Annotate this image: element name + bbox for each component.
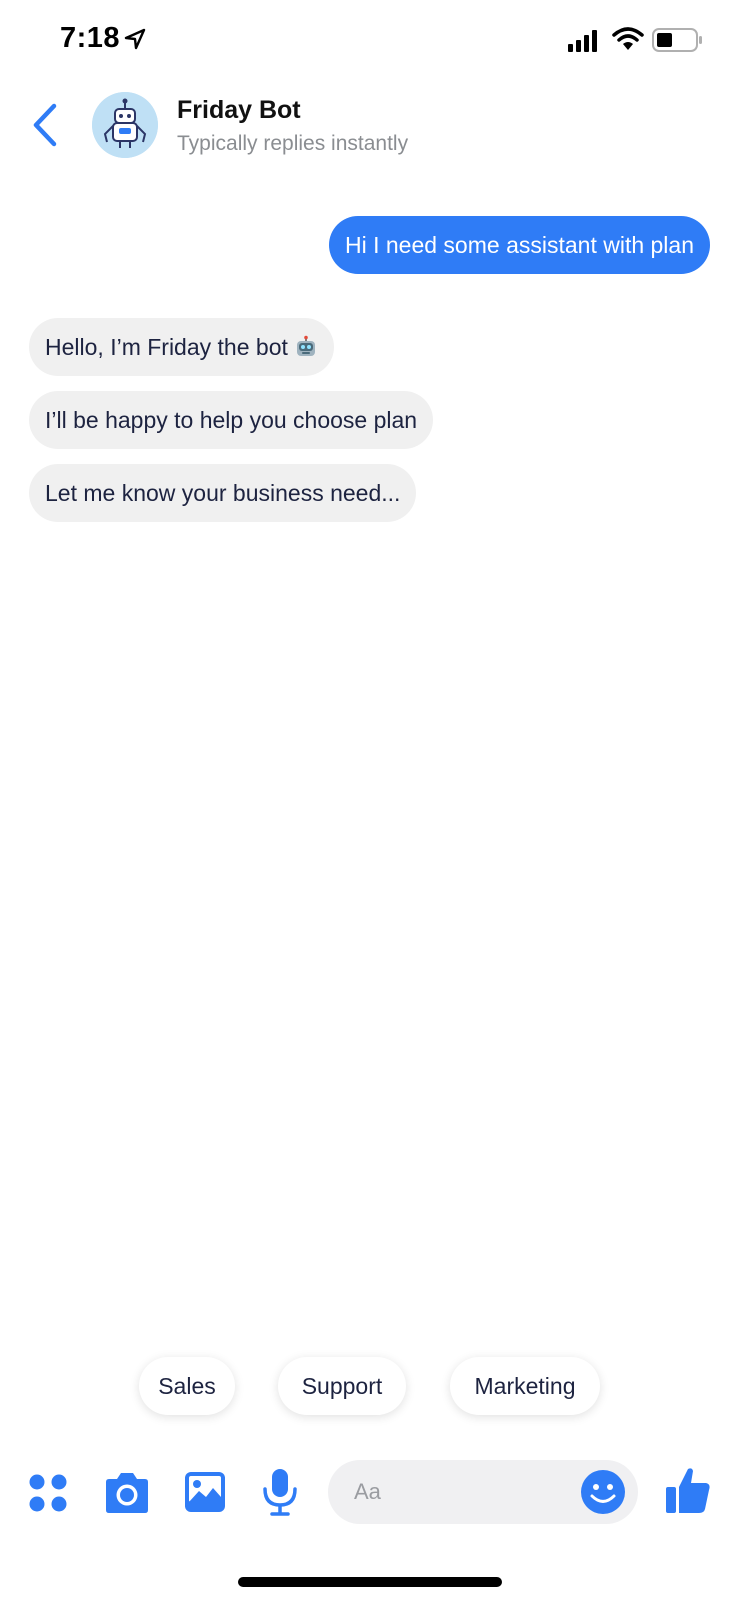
message-bubble-outgoing[interactable]: Hi I need some assistant with plan [328, 216, 710, 274]
message-text: I’ll be happy to help you choose plan [45, 407, 418, 433]
emoji-icon[interactable] [580, 1469, 626, 1515]
chat-header: Friday Bot Typically replies instantly [0, 80, 739, 180]
battery-icon [652, 28, 702, 52]
message-text: Let me know your business need... [45, 480, 401, 506]
cellular-signal-icon [568, 30, 597, 52]
quick-reply-marketing[interactable]: Marketing [450, 1357, 600, 1415]
image-gallery-icon[interactable] [183, 1470, 227, 1514]
message-text: Hi I need some assistant with plan [344, 232, 694, 258]
home-indicator[interactable] [238, 1577, 502, 1587]
message-bubble-incoming[interactable]: Hello, I’m Friday the bot [29, 318, 334, 376]
message-bubble-incoming[interactable]: I’ll be happy to help you choose plan [29, 391, 434, 449]
robot-icon [92, 92, 158, 158]
message-text: Hello, I’m Friday the bot [45, 334, 288, 360]
status-bar: 7:18 [0, 0, 739, 80]
status-time: 7:18 [60, 22, 121, 54]
location-arrow-icon [124, 28, 146, 50]
back-chevron-icon[interactable] [26, 100, 66, 150]
message-input-container[interactable] [328, 1460, 638, 1524]
robot-emoji-icon [296, 335, 315, 356]
bot-avatar[interactable] [92, 92, 158, 158]
microphone-icon[interactable] [262, 1467, 298, 1517]
camera-icon[interactable] [102, 1470, 152, 1516]
quick-reply-sales[interactable]: Sales [139, 1357, 235, 1415]
message-bubble-incoming[interactable]: Let me know your business need... [29, 464, 417, 522]
wifi-icon [612, 27, 644, 50]
message-input[interactable] [354, 1460, 574, 1524]
thumbs-up-icon[interactable] [664, 1465, 712, 1515]
quick-reply-support[interactable]: Support [278, 1357, 406, 1415]
contact-status: Typically replies instantly [177, 132, 409, 155]
contact-name[interactable]: Friday Bot [177, 96, 301, 125]
more-apps-icon[interactable] [28, 1473, 68, 1513]
